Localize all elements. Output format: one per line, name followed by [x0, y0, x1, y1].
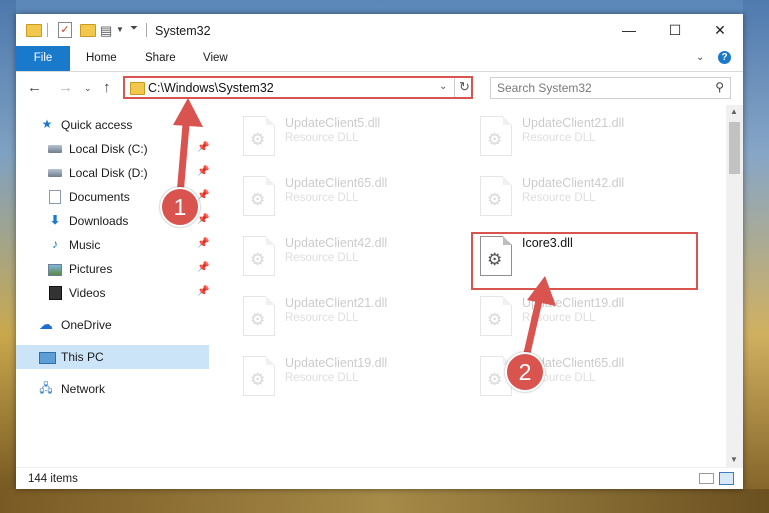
arrow-2-head: [527, 276, 556, 306]
step-badge-1: 1: [160, 187, 200, 227]
arrow-1-head: [173, 98, 203, 127]
annotation-arrows: [173, 98, 556, 366]
step-badge-2: 2: [505, 352, 545, 392]
